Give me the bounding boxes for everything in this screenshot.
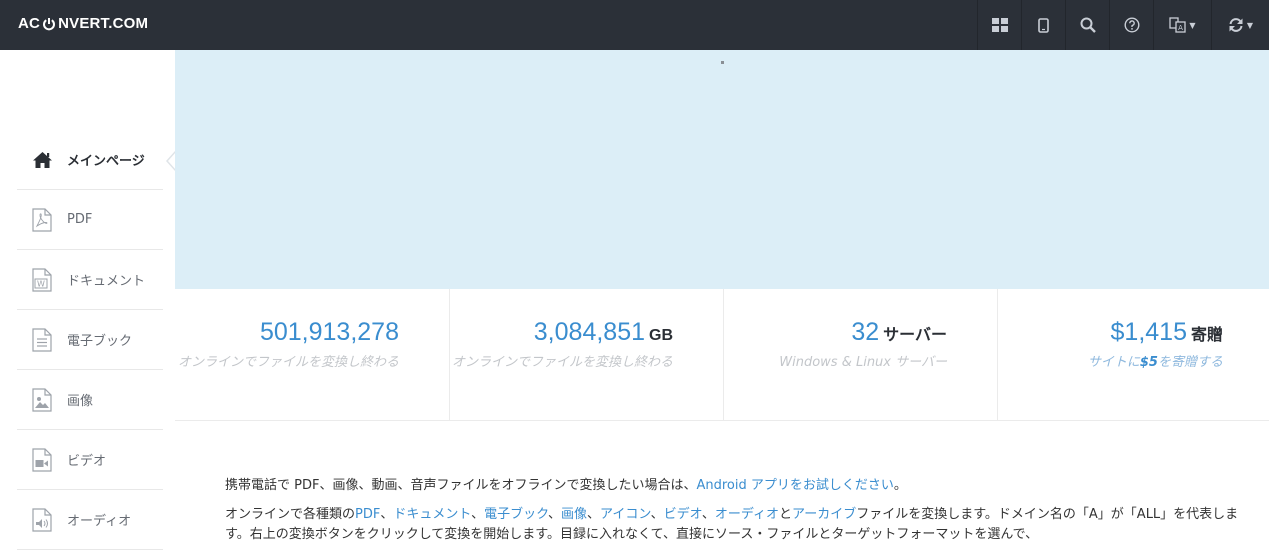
stat-value: $1,415 寄贈 bbox=[1110, 318, 1223, 346]
link-image[interactable]: 画像 bbox=[561, 507, 587, 522]
sidebar-item-label: ビデオ bbox=[67, 454, 107, 469]
sidebar-item-label: 電子ブック bbox=[67, 334, 133, 349]
apps-grid-icon bbox=[991, 18, 1008, 32]
active-indicator-arrow bbox=[166, 151, 176, 171]
help-button[interactable] bbox=[1109, 0, 1153, 50]
top-toolbar: A ▼ ▼ bbox=[977, 0, 1269, 50]
power-icon bbox=[42, 17, 56, 31]
sidebar-item-pdf[interactable]: PDF bbox=[17, 190, 163, 250]
help-icon bbox=[1123, 17, 1140, 33]
link-archive[interactable]: アーカイブ bbox=[792, 507, 856, 522]
video-file-icon bbox=[31, 447, 53, 472]
stat-files-converted: 501,913,278 オンラインでファイルを変換し終わる bbox=[175, 289, 450, 420]
intro-content: 携帯電話で PDF、画像、動画、音声ファイルをオフラインで変換したい場合は、An… bbox=[225, 476, 1255, 554]
chevron-down-icon: ▼ bbox=[1189, 20, 1196, 30]
ad-banner bbox=[175, 50, 1269, 289]
sidebar-item-label: オーディオ bbox=[67, 514, 132, 529]
svg-text:A: A bbox=[1179, 24, 1184, 32]
audio-file-icon bbox=[31, 507, 53, 532]
stats-panel: 501,913,278 オンラインでファイルを変換し終わる 3,084,851 G… bbox=[175, 289, 1269, 421]
site-logo[interactable]: AC NVERT.COM bbox=[18, 15, 148, 32]
donate-link[interactable]: サイトに$5を寄贈する bbox=[1088, 355, 1223, 370]
stat-unit: サーバー bbox=[883, 327, 947, 344]
mobile-icon bbox=[1038, 17, 1049, 33]
home-icon bbox=[31, 148, 53, 172]
sidebar-item-image[interactable]: 画像 bbox=[17, 370, 163, 430]
top-navbar: AC NVERT.COM A ▼ ▼ bbox=[0, 0, 1269, 50]
sidebar-item-ebook[interactable]: 電子ブック bbox=[17, 310, 163, 370]
stat-value: 501,913,278 bbox=[259, 318, 399, 346]
word-file-icon: W bbox=[31, 267, 53, 292]
sidebar-item-audio[interactable]: オーディオ bbox=[17, 490, 163, 550]
convert-dropdown[interactable]: ▼ bbox=[1211, 0, 1269, 50]
stat-caption: オンラインでファイルを変換し終わる bbox=[177, 355, 399, 370]
sidebar-item-label: PDF bbox=[67, 212, 93, 227]
link-document[interactable]: ドキュメント bbox=[393, 507, 471, 522]
svg-text:W: W bbox=[37, 279, 45, 288]
stat-donations: $1,415 寄贈 サイトに$5を寄贈する bbox=[998, 289, 1269, 420]
sidebar-item-document[interactable]: W ドキュメント bbox=[17, 250, 163, 310]
description-paragraph: オンラインで各種類のPDF、ドキュメント、電子ブック、画像、アイコン、ビデオ、オ… bbox=[225, 507, 1239, 542]
logo-text-left: AC bbox=[18, 15, 41, 32]
link-pdf[interactable]: PDF bbox=[355, 507, 380, 522]
android-app-link[interactable]: Android アプリをお試しください bbox=[696, 478, 893, 493]
convert-refresh-icon bbox=[1228, 17, 1244, 33]
stat-unit: GB bbox=[649, 327, 673, 344]
image-file-icon bbox=[31, 387, 53, 412]
stat-unit: 寄贈 bbox=[1190, 327, 1223, 344]
link-ebook[interactable]: 電子ブック bbox=[484, 507, 548, 522]
stat-value: 32 サーバー bbox=[851, 318, 947, 346]
language-dropdown[interactable]: A ▼ bbox=[1153, 0, 1211, 50]
stat-caption: Windows & Linux サーバー bbox=[779, 355, 947, 370]
link-audio[interactable]: オーディオ bbox=[715, 507, 779, 522]
sidebar-item-label: メインページ bbox=[67, 154, 145, 169]
mobile-app-button[interactable] bbox=[1021, 0, 1065, 50]
android-app-paragraph: 携帯電話で PDF、画像、動画、音声ファイルをオフラインで変換したい場合は、An… bbox=[225, 478, 907, 493]
apps-button[interactable] bbox=[977, 0, 1021, 50]
search-button[interactable] bbox=[1065, 0, 1109, 50]
sidebar-item-video[interactable]: ビデオ bbox=[17, 430, 163, 490]
ebook-file-icon bbox=[31, 327, 53, 352]
logo-text-right: NVERT.COM bbox=[58, 15, 149, 32]
sidebar-item-label: 画像 bbox=[67, 394, 94, 409]
link-icon[interactable]: アイコン bbox=[600, 507, 651, 522]
link-video[interactable]: ビデオ bbox=[664, 507, 702, 522]
pdf-file-icon bbox=[31, 207, 53, 232]
sidebar: メインページ PDF W ドキュメント 電子ブック 画像 ビデオ オーディオ bbox=[0, 50, 176, 550]
sidebar-item-home[interactable]: メインページ bbox=[17, 130, 163, 190]
stat-caption: サイトに$5を寄贈する bbox=[999, 353, 1223, 373]
stat-servers: 32 サーバー Windows & Linux サーバー bbox=[724, 289, 998, 420]
stat-value: 3,084,851 GB bbox=[533, 318, 673, 346]
ad-marker bbox=[721, 61, 724, 64]
search-icon bbox=[1080, 17, 1096, 33]
stat-data-converted: 3,084,851 GB オンラインでファイルを変換し終わる bbox=[450, 289, 724, 420]
chevron-down-icon: ▼ bbox=[1246, 20, 1254, 30]
stat-caption: オンラインでファイルを変換し終わる bbox=[451, 355, 673, 370]
language-icon: A bbox=[1169, 17, 1187, 33]
sidebar-item-label: ドキュメント bbox=[67, 274, 146, 289]
